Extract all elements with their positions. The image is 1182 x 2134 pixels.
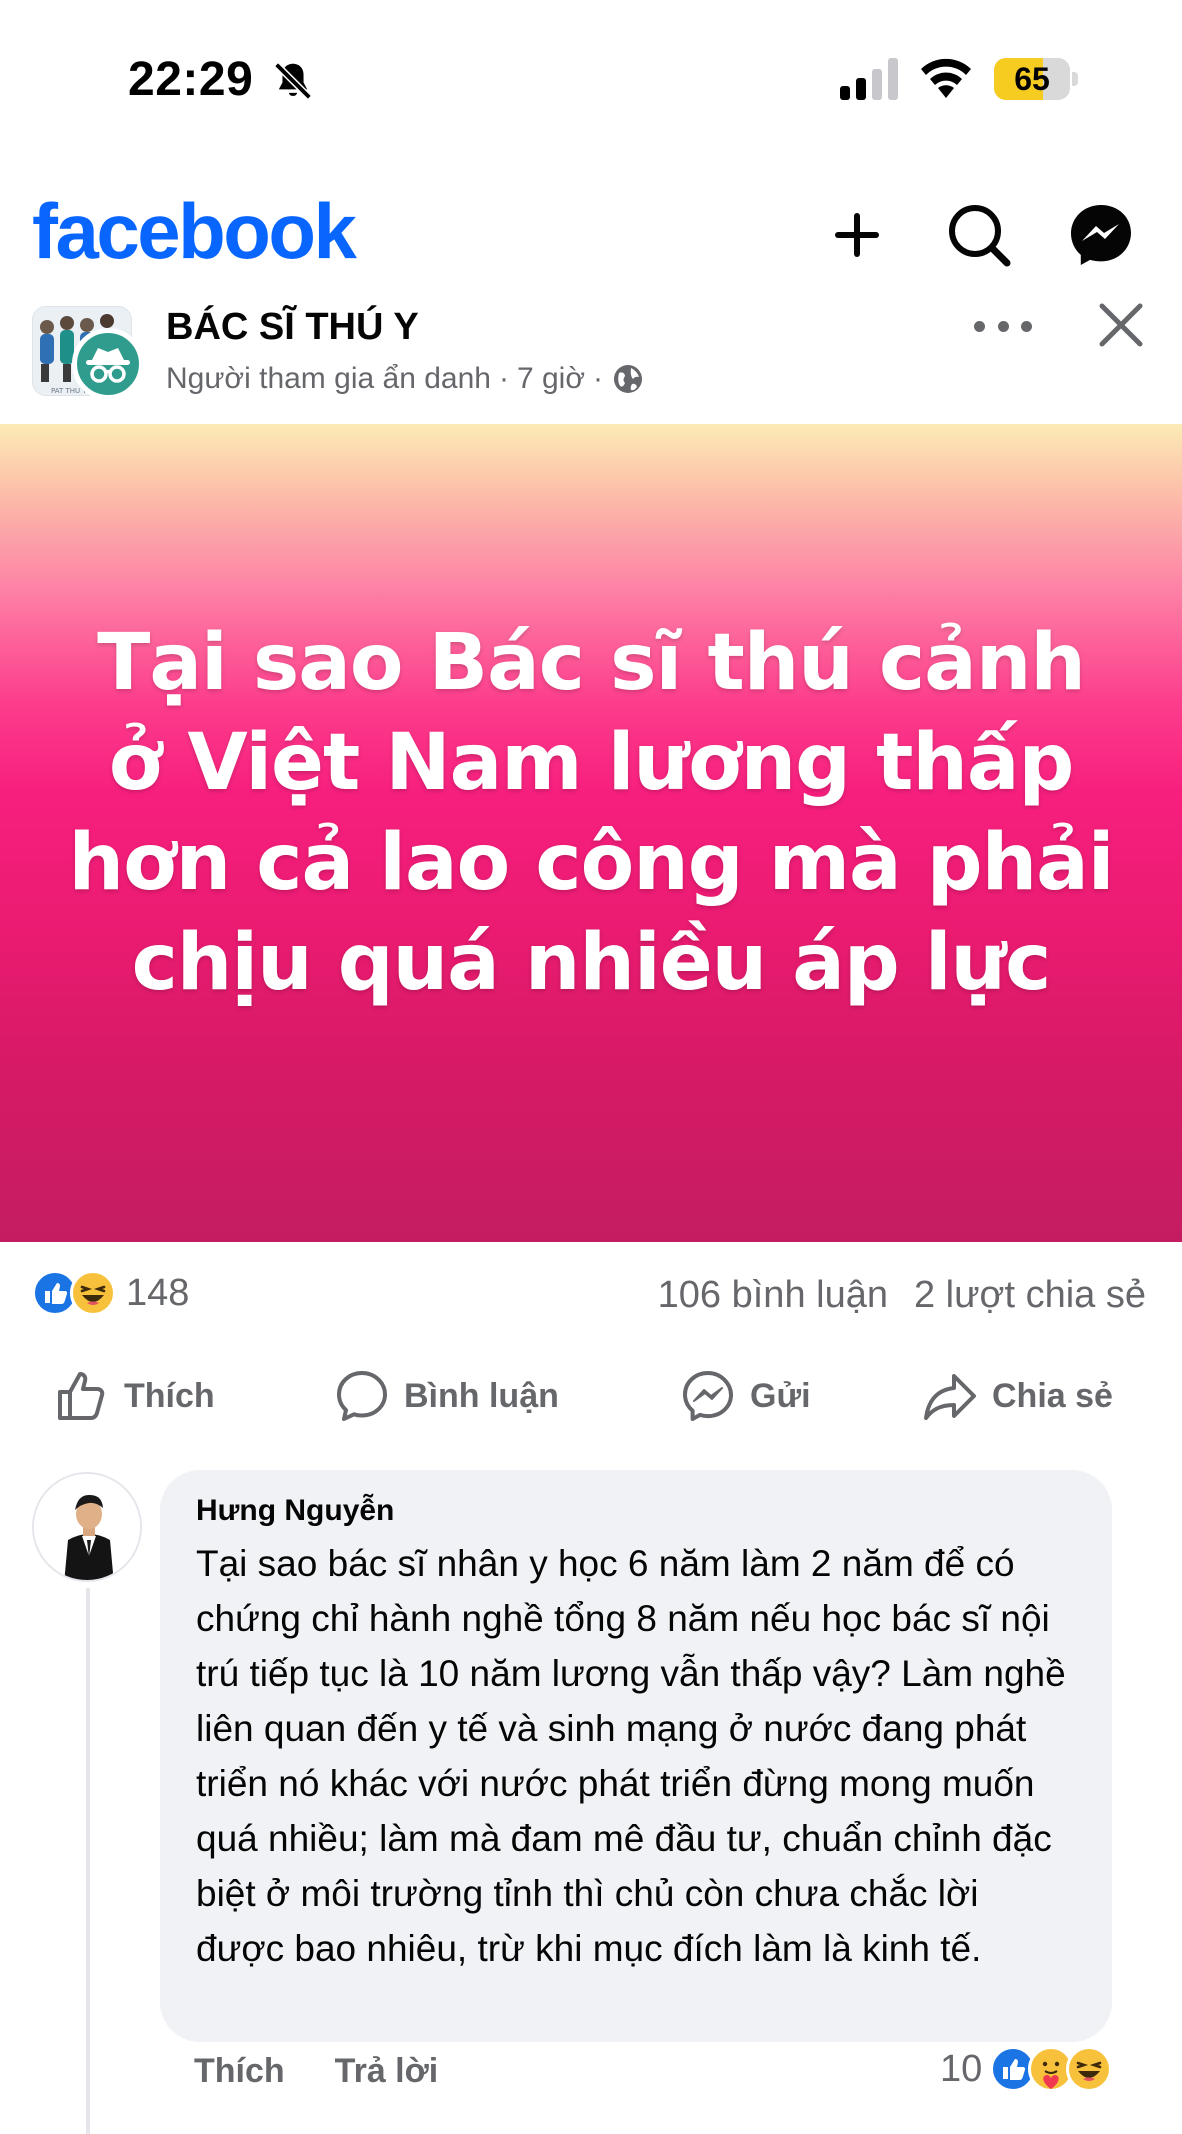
comment-icon bbox=[337, 1371, 387, 1421]
thumbs-up-icon bbox=[58, 1372, 105, 1420]
comment-like-button[interactable]: Thích bbox=[194, 2052, 285, 2091]
meta-separator-2: · bbox=[593, 362, 603, 395]
comment-reply-button[interactable]: Trả lời bbox=[335, 2052, 439, 2091]
cellular-signal-icon bbox=[840, 58, 898, 100]
status-bar: 22:29 65 bbox=[0, 0, 1182, 160]
wifi-icon bbox=[921, 58, 971, 98]
messenger-outline-icon bbox=[683, 1371, 733, 1421]
share-label: Chia sẻ bbox=[992, 1376, 1113, 1415]
comment-bubble[interactable]: Hưng Nguyễn Tại sao bác sĩ nhân y học 6 … bbox=[160, 1470, 1112, 2042]
comment-text: Tại sao bác sĩ nhân y học 6 năm làm 2 nă… bbox=[196, 1543, 1066, 1969]
more-options-button[interactable] bbox=[974, 306, 1032, 346]
thread-line bbox=[86, 1588, 90, 2134]
banner-text: Tại sao Bác sĩ thú cảnh ở Việt Nam lương… bbox=[68, 618, 1114, 1008]
search-button[interactable] bbox=[944, 200, 1014, 270]
globe-icon bbox=[614, 365, 642, 393]
author-label[interactable]: Người tham gia ẩn danh bbox=[166, 362, 491, 396]
plus-icon bbox=[835, 213, 879, 257]
share-count[interactable]: 2 lượt chia sẻ bbox=[914, 1274, 1146, 1317]
create-button[interactable] bbox=[822, 200, 892, 270]
comment-button[interactable]: Bình luận bbox=[334, 1360, 559, 1432]
status-time: 22:29 bbox=[128, 53, 254, 106]
facebook-logo[interactable]: facebook bbox=[32, 186, 357, 277]
commenter-avatar[interactable] bbox=[32, 1472, 142, 1582]
battery-level: 65 bbox=[1014, 61, 1050, 97]
search-icon bbox=[949, 205, 1011, 267]
post-meta: Người tham gia ẩn danh · 7 giờ · bbox=[166, 362, 645, 396]
comment-reaction-count: 10 bbox=[940, 2047, 983, 2090]
share-button[interactable]: Chia sẻ bbox=[922, 1360, 1113, 1432]
battery-indicator: 65 bbox=[994, 58, 1078, 100]
more-icon bbox=[974, 320, 985, 332]
messenger-icon bbox=[1071, 205, 1131, 265]
like-button[interactable]: Thích bbox=[54, 1360, 215, 1432]
group-name[interactable]: BÁC SĨ THÚ Y bbox=[166, 306, 419, 349]
post-action-bar: Thích Bình luận Gửi Chia sẻ bbox=[0, 1360, 1182, 1432]
haha-reaction-icon bbox=[70, 1270, 116, 1316]
post-time[interactable]: 7 giờ bbox=[517, 362, 585, 396]
reaction-count: 148 bbox=[126, 1271, 190, 1314]
send-button[interactable]: Gửi bbox=[680, 1360, 811, 1432]
haha-reaction-icon bbox=[1066, 2046, 1113, 2092]
reactions-summary[interactable]: 148 bbox=[32, 1270, 189, 1316]
close-icon[interactable] bbox=[1096, 300, 1146, 350]
comment-count[interactable]: 106 bình luận bbox=[658, 1274, 888, 1317]
comment-actions: Thích Trả lời bbox=[194, 2052, 438, 2091]
messenger-button[interactable] bbox=[1066, 200, 1136, 270]
comment-reactions[interactable]: 10 bbox=[940, 2046, 1113, 2092]
comment-author[interactable]: Hưng Nguyễn bbox=[196, 1494, 1076, 1528]
bell-off-icon bbox=[274, 62, 312, 100]
comment-label: Bình luận bbox=[404, 1376, 559, 1415]
post-banner[interactable]: Tại sao Bác sĩ thú cảnh ở Việt Nam lương… bbox=[0, 424, 1182, 1242]
like-label: Thích bbox=[124, 1376, 215, 1415]
meta-separator: · bbox=[498, 362, 509, 395]
send-label: Gửi bbox=[750, 1376, 811, 1415]
share-icon bbox=[924, 1374, 976, 1420]
post-stats: 106 bình luận 2 lượt chia sẻ bbox=[658, 1274, 1146, 1317]
anonymous-participant-icon bbox=[72, 328, 144, 400]
commenter-photo bbox=[34, 1474, 140, 1580]
